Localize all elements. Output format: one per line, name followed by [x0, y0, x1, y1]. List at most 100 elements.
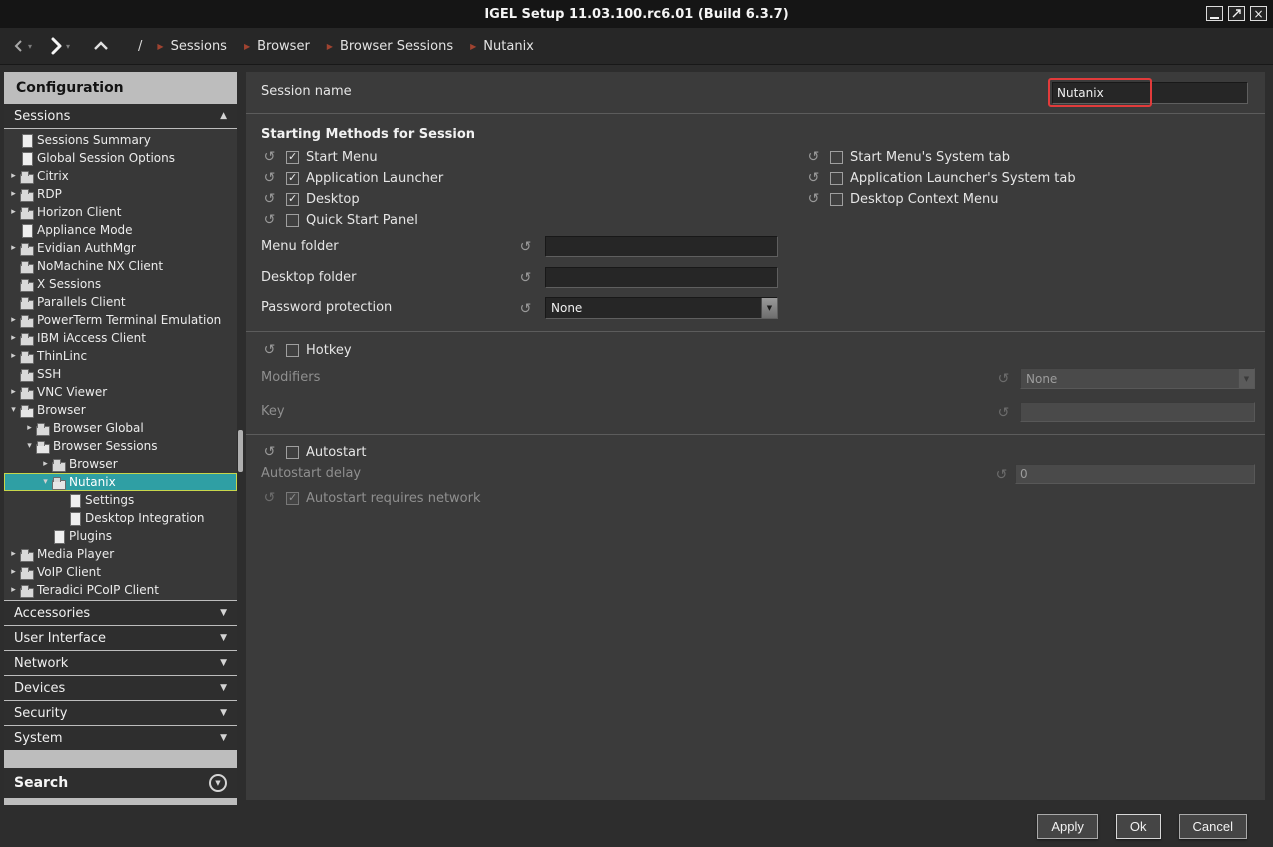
expander-closed-icon[interactable]: ▸	[7, 171, 20, 181]
cancel-button[interactable]: Cancel	[1179, 814, 1247, 839]
tree-item-global-session-options[interactable]: Global Session Options	[4, 149, 237, 167]
tree-item-powerterm-terminal-emulation[interactable]: ▸PowerTerm Terminal Emulation	[4, 311, 237, 329]
dropdown-arrow-icon[interactable]: ▼	[761, 298, 777, 318]
start-menu-s-system-tab-label: Start Menu's System tab	[850, 150, 1010, 165]
breadcrumb-item-browser-sessions[interactable]: ▶Browser Sessions	[327, 39, 453, 54]
sidebar-section-network[interactable]: Network▼	[4, 651, 237, 675]
minimize-button[interactable]	[1206, 6, 1223, 21]
up-button[interactable]	[92, 40, 110, 52]
ok-button[interactable]: Ok	[1116, 814, 1161, 839]
expander-closed-icon[interactable]: ▸	[39, 459, 52, 469]
quick-start-panel-checkbox[interactable]	[286, 214, 299, 227]
tree-item-sessions-summary[interactable]: Sessions Summary	[4, 131, 237, 149]
expander-closed-icon[interactable]: ▸	[7, 207, 20, 217]
tree-item-thinlinc[interactable]: ▸ThinLinc	[4, 347, 237, 365]
expander-closed-icon[interactable]: ▸	[7, 549, 20, 559]
expander-closed-icon[interactable]: ▸	[7, 351, 20, 361]
application-launcher-checkbox[interactable]	[286, 172, 299, 185]
reset-icon[interactable]	[806, 192, 821, 207]
tree-item-x-sessions[interactable]: X Sessions	[4, 275, 237, 293]
tree-scrollbar-thumb[interactable]	[238, 430, 243, 472]
forward-history-caret-icon[interactable]: ▾	[66, 42, 70, 51]
titlebar[interactable]: IGEL Setup 11.03.100.rc6.01 (Build 6.3.7…	[0, 0, 1273, 28]
sidebar-section-user-interface[interactable]: User Interface▼	[4, 626, 237, 650]
application-launcher-s-system-tab-checkbox[interactable]	[830, 172, 843, 185]
reset-icon[interactable]	[806, 171, 821, 186]
divider	[246, 434, 1265, 435]
breadcrumb-item-browser[interactable]: ▶Browser	[244, 39, 310, 54]
session-name-input[interactable]	[1052, 82, 1248, 104]
menu-folder-input[interactable]	[545, 236, 778, 257]
tree-item-ssh[interactable]: SSH	[4, 365, 237, 383]
expander-closed-icon[interactable]: ▸	[7, 585, 20, 595]
hotkey-checkbox[interactable]	[286, 344, 299, 357]
tree-item-label: Parallels Client	[37, 295, 126, 309]
expander-closed-icon[interactable]: ▸	[23, 423, 36, 433]
breadcrumb-item-nutanix[interactable]: ▶Nutanix	[470, 39, 534, 54]
expander-open-icon[interactable]: ▾	[39, 477, 52, 487]
search-section-header[interactable]: Search ▼	[4, 768, 237, 798]
reset-icon[interactable]	[262, 445, 277, 460]
expander-closed-icon[interactable]: ▸	[7, 333, 20, 343]
tree-item-voip-client[interactable]: ▸VoIP Client	[4, 563, 237, 581]
start-menu-s-system-tab-checkbox[interactable]	[830, 151, 843, 164]
start-menu-checkbox[interactable]	[286, 151, 299, 164]
reset-icon[interactable]	[262, 150, 277, 165]
reset-icon[interactable]	[806, 150, 821, 165]
tree-item-browser-global[interactable]: ▸Browser Global	[4, 419, 237, 437]
tree-item-nutanix[interactable]: ▾Nutanix	[4, 473, 237, 491]
expander-closed-icon[interactable]: ▸	[7, 243, 20, 253]
autostart-checkbox[interactable]	[286, 446, 299, 459]
sidebar-section-devices[interactable]: Devices▼	[4, 676, 237, 700]
tree-item-parallels-client[interactable]: Parallels Client	[4, 293, 237, 311]
back-history-caret-icon[interactable]: ▾	[28, 42, 32, 51]
expander-open-icon[interactable]: ▾	[23, 441, 36, 451]
reset-icon[interactable]	[518, 302, 533, 317]
expander-closed-icon[interactable]: ▸	[7, 315, 20, 325]
tree-item-vnc-viewer[interactable]: ▸VNC Viewer	[4, 383, 237, 401]
search-expand-button[interactable]: ▼	[209, 774, 227, 792]
tree-item-browser[interactable]: ▸Browser	[4, 455, 237, 473]
hotkey-label: Hotkey	[306, 343, 352, 358]
tree-item-evidian-authmgr[interactable]: ▸Evidian AuthMgr	[4, 239, 237, 257]
tree-item-browser-sessions[interactable]: ▾ Browser Sessions	[4, 437, 237, 455]
forward-button[interactable]	[48, 36, 64, 56]
password-protection-select[interactable]: None ▼	[545, 297, 778, 319]
desktop-folder-input[interactable]	[545, 267, 778, 288]
tree-item-nomachine-nx-client[interactable]: NoMachine NX Client	[4, 257, 237, 275]
sessions-section-header[interactable]: Sessions ▲	[4, 104, 237, 128]
tree-item-horizon-client[interactable]: ▸Horizon Client	[4, 203, 237, 221]
expander-open-icon[interactable]: ▾	[7, 405, 20, 415]
maximize-button[interactable]	[1228, 6, 1245, 21]
reset-icon[interactable]	[518, 271, 533, 286]
tree-item-ibm-iaccess-client[interactable]: ▸IBM iAccess Client	[4, 329, 237, 347]
desktop-context-menu-checkbox[interactable]	[830, 193, 843, 206]
tree-item-desktop-integration[interactable]: Desktop Integration	[4, 509, 237, 527]
reset-icon[interactable]	[262, 192, 277, 207]
reset-icon[interactable]	[262, 213, 277, 228]
apply-button[interactable]: Apply	[1037, 814, 1098, 839]
desktop-checkbox[interactable]	[286, 193, 299, 206]
reset-icon[interactable]	[262, 171, 277, 186]
tree-item-appliance-mode[interactable]: Appliance Mode	[4, 221, 237, 239]
close-button[interactable]: ×	[1250, 6, 1267, 21]
tree-item-settings[interactable]: Settings	[4, 491, 237, 509]
reset-icon[interactable]	[262, 343, 277, 358]
tree-item-teradici-pcoip-client[interactable]: ▸Teradici PCoIP Client	[4, 581, 237, 599]
expander-closed-icon[interactable]: ▸	[7, 567, 20, 577]
tree-item-browser[interactable]: ▾Browser	[4, 401, 237, 419]
sidebar-section-security[interactable]: Security▼	[4, 701, 237, 725]
tree-item-rdp[interactable]: ▸RDP	[4, 185, 237, 203]
tree-item-label: Browser Sessions	[53, 439, 157, 453]
breadcrumb-item-sessions[interactable]: ▶Sessions	[157, 39, 227, 54]
reset-icon[interactable]	[518, 240, 533, 255]
tree-item-citrix[interactable]: ▸Citrix	[4, 167, 237, 185]
expander-closed-icon[interactable]: ▸	[7, 387, 20, 397]
desktop-context-menu-row: Desktop Context Menu	[806, 189, 1076, 210]
sidebar-section-accessories[interactable]: Accessories▼	[4, 601, 237, 625]
tree-item-media-player[interactable]: ▸Media Player	[4, 545, 237, 563]
tree-item-plugins[interactable]: Plugins	[4, 527, 237, 545]
back-button[interactable]	[12, 38, 26, 54]
sidebar-section-system[interactable]: System▼	[4, 726, 237, 750]
expander-closed-icon[interactable]: ▸	[7, 189, 20, 199]
